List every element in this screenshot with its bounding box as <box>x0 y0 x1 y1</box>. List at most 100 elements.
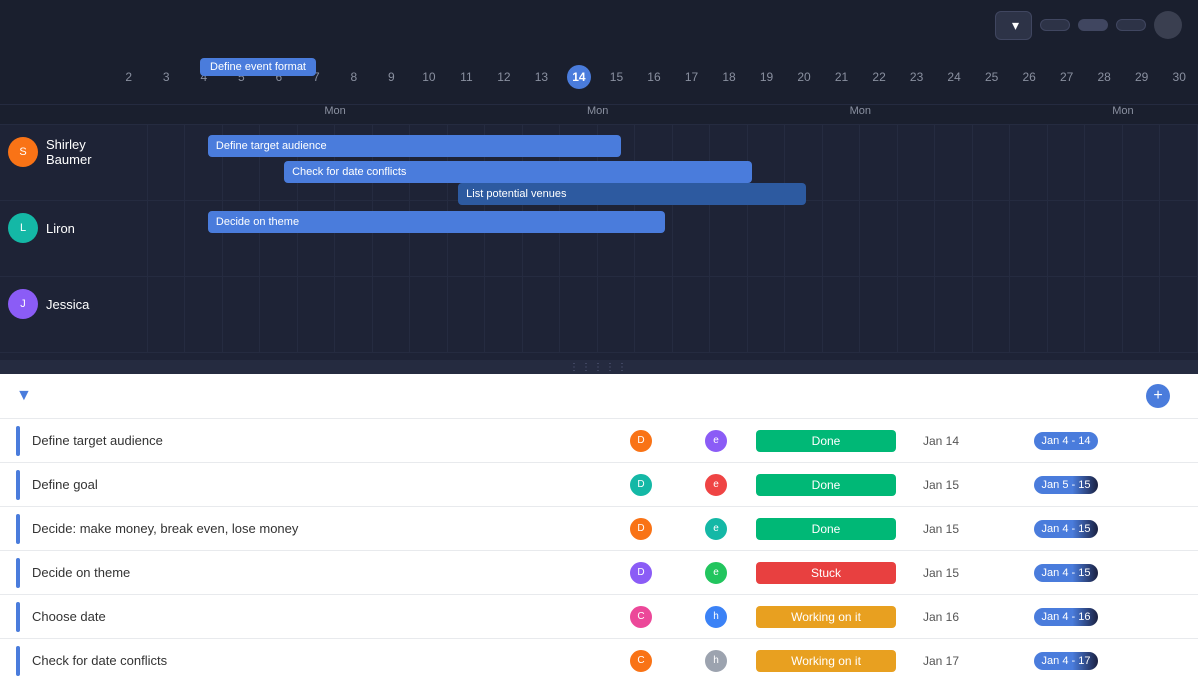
date-number: 19 <box>760 70 773 84</box>
timeline-person-row: J Jessica <box>0 277 1198 353</box>
date-number: 30 <box>1173 70 1186 84</box>
assist-avatar: e <box>703 560 729 586</box>
date-cell: Jan 15 <box>896 520 986 538</box>
task-bar-indicator <box>16 514 20 544</box>
timeline-cell: Jan 4 - 14 <box>986 431 1146 450</box>
date-number: 22 <box>872 70 885 84</box>
bars-area: Decide on theme <box>110 201 1198 276</box>
assist-avatar: e <box>703 472 729 498</box>
checklist-header: ▼ + <box>0 374 1198 419</box>
gantt-bar[interactable]: List potential venues <box>458 183 806 205</box>
person-name: Jessica <box>46 297 89 312</box>
lead-cell: D <box>606 428 676 454</box>
date-number: 27 <box>1060 70 1073 84</box>
lead-cell: D <box>606 560 676 586</box>
date-cell: Jan 14 <box>896 432 986 450</box>
date-value: Jan 17 <box>923 654 959 668</box>
status-badge: Done <box>756 430 896 452</box>
days-view-button[interactable] <box>1040 19 1070 31</box>
table-rows: Define target audience D e Done Jan 14 J… <box>0 419 1198 679</box>
lead-cell: C <box>606 604 676 630</box>
date-number: 12 <box>497 70 510 84</box>
table-row[interactable]: Define goal D e Done Jan 15 Jan 5 - 15 <box>0 463 1198 507</box>
date-number: 17 <box>685 70 698 84</box>
timeline-cell: Jan 5 - 15 <box>986 475 1146 494</box>
gantt-bar[interactable]: Check for date conflicts <box>284 161 752 183</box>
status-badge: Working on it <box>756 650 896 672</box>
status-cell: Stuck <box>756 562 896 584</box>
date-number: 18 <box>722 70 735 84</box>
date-cell: Jan 17 <box>896 652 986 670</box>
today-marker: 14 <box>567 65 591 89</box>
close-button[interactable] <box>1154 11 1182 39</box>
date-number: 29 <box>1135 70 1148 84</box>
status-badge: Stuck <box>756 562 896 584</box>
divider-drag-handle[interactable]: ⋮⋮⋮⋮⋮ <box>0 360 1198 374</box>
avatar: L <box>8 213 38 243</box>
months-view-button[interactable] <box>1116 19 1146 31</box>
add-item-button[interactable]: + <box>1146 384 1170 408</box>
task-bar-indicator <box>16 558 20 588</box>
timeline-section: Define event format 23456789101112131415… <box>0 50 1198 360</box>
person-label: L Liron <box>0 201 110 255</box>
person-label: S Shirley Baumer <box>0 125 110 179</box>
person-label: J Jessica <box>0 277 110 331</box>
task-name: Choose date <box>32 609 106 624</box>
lead-filter-button[interactable]: ▾ <box>995 11 1032 40</box>
date-number: 28 <box>1097 70 1110 84</box>
timeline-person-row: S Shirley Baumer Define target audience C… <box>0 125 1198 201</box>
gantt-bar[interactable]: Decide on theme <box>208 211 665 233</box>
date-number: 9 <box>388 70 395 84</box>
lead-avatar: C <box>628 604 654 630</box>
lead-cell: D <box>606 516 676 542</box>
table-row[interactable]: Decide on theme D e Stuck Jan 15 Jan 4 -… <box>0 551 1198 595</box>
table-section: ▼ + Define target audience D <box>0 374 1198 679</box>
table-row[interactable]: Decide: make money, break even, lose mon… <box>0 507 1198 551</box>
assist-cell: e <box>676 560 756 586</box>
date-number: 21 <box>835 70 848 84</box>
date-number: 2 <box>125 70 132 84</box>
mon-label: Mon <box>324 105 345 117</box>
assist-avatar: e <box>703 516 729 542</box>
person-name: Liron <box>46 221 75 236</box>
timeline-persons: S Shirley Baumer Define target audience C… <box>0 125 1198 353</box>
checklist-title-area: ▼ <box>16 387 606 405</box>
lead-avatar: D <box>628 428 654 454</box>
date-number: 13 <box>535 70 548 84</box>
header-right: ▾ <box>995 11 1182 40</box>
task-cell: Check for date conflicts <box>16 646 606 676</box>
assist-cell: e <box>676 516 756 542</box>
timeline-pill: Jan 4 - 17 <box>1034 652 1099 670</box>
timeline-pill: Jan 4 - 14 <box>1034 432 1099 450</box>
date-number: 8 <box>351 70 358 84</box>
task-bar-indicator <box>16 426 20 456</box>
assist-avatar: h <box>703 648 729 674</box>
task-bar-indicator <box>16 602 20 632</box>
drag-dots: ⋮⋮⋮⋮⋮ <box>569 362 629 373</box>
weeks-view-button[interactable] <box>1078 19 1108 31</box>
lead-avatar: D <box>628 472 654 498</box>
avatar: S <box>8 137 38 167</box>
assist-avatar: h <box>703 604 729 630</box>
gantt-bar[interactable]: Define target audience <box>208 135 621 157</box>
checklist-chevron[interactable]: ▼ <box>16 387 32 405</box>
date-number: 26 <box>1022 70 1035 84</box>
timeline-pill: Jan 4 - 15 <box>1034 564 1099 582</box>
task-name: Decide on theme <box>32 565 130 580</box>
task-cell: Choose date <box>16 602 606 632</box>
lead-cell: D <box>606 472 676 498</box>
mon-label: Mon <box>587 105 608 117</box>
mon-label: Mon <box>850 105 871 117</box>
mon-label: Mon <box>1112 105 1133 117</box>
status-cell: Done <box>756 474 896 496</box>
task-cell: Decide: make money, break even, lose mon… <box>16 514 606 544</box>
date-value: Jan 15 <box>923 522 959 536</box>
timeline-cell: Jan 4 - 15 <box>986 519 1146 538</box>
task-cell: Define target audience <box>16 426 606 456</box>
table-row[interactable]: Choose date C h Working on it Jan 16 Jan… <box>0 595 1198 639</box>
col-header-add: + <box>1146 384 1182 408</box>
status-badge: Working on it <box>756 606 896 628</box>
task-bar-indicator <box>16 470 20 500</box>
table-row[interactable]: Check for date conflicts C h Working on … <box>0 639 1198 679</box>
table-row[interactable]: Define target audience D e Done Jan 14 J… <box>0 419 1198 463</box>
